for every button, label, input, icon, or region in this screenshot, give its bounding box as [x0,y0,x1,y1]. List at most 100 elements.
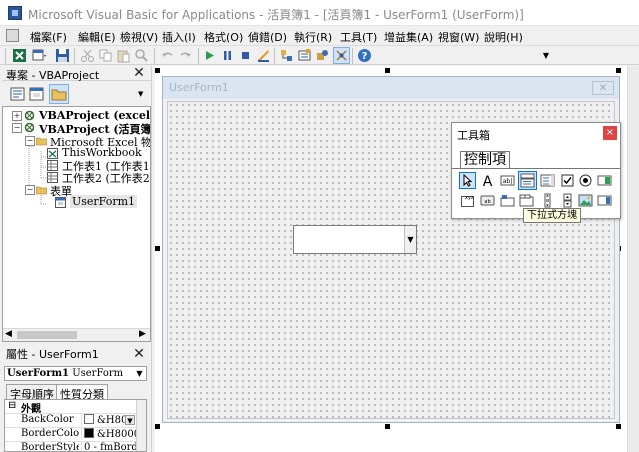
properties-pane-close-icon[interactable]: ✕ [132,347,146,361]
toolbox-close-icon[interactable]: × [603,126,617,140]
view-object-icon[interactable] [29,87,44,101]
resize-handle[interactable] [155,246,160,251]
property-value[interactable]: &H80000 [81,428,139,440]
scroll-right-icon[interactable]: ▶ [139,329,146,339]
properties-window-icon[interactable] [297,48,312,63]
help-icon[interactable]: ? [357,48,372,63]
run-icon[interactable] [202,48,217,63]
resize-handle[interactable] [616,424,621,429]
svg-text:xyz: xyz [465,195,474,201]
object-name: UserForm1 [7,368,70,379]
property-dropdown-icon[interactable]: ▼ [125,415,135,425]
tree-item-userform1[interactable]: UserForm1 [70,195,138,208]
insert-userform-icon[interactable] [32,48,47,63]
menu-edit[interactable]: 編輯(E) [78,29,116,45]
label-tool-icon[interactable]: A [480,173,495,188]
property-category-row[interactable]: ⊟ 外觀 [5,400,136,415]
find-icon[interactable] [134,48,149,63]
scroll-thumb[interactable] [17,331,77,339]
menu-view[interactable]: 檢視(V) [120,29,158,45]
cut-icon[interactable] [80,48,95,63]
menu-insert[interactable]: 插入(I) [162,29,196,45]
view-code-icon[interactable] [10,87,25,101]
frame-tool-icon[interactable]: xyz [460,193,475,208]
vba-project-icon [24,110,35,121]
toolbox-icon[interactable] [333,47,350,64]
save-icon[interactable] [55,48,70,63]
menu-debug[interactable]: 偵錯(D) [248,29,287,45]
break-icon[interactable] [220,48,235,63]
redo-icon[interactable] [178,48,193,63]
toolbar-options-dropdown[interactable]: ▼ [541,50,551,62]
menu-help[interactable]: 說明(H) [484,29,523,45]
combobox-tool-icon[interactable] [518,171,537,190]
select-objects-icon[interactable] [459,172,476,189]
category-label: 外觀 [21,404,41,415]
tabstrip-tool-icon[interactable] [500,193,515,208]
checkbox-tool-icon[interactable] [560,173,575,188]
excel-icon[interactable] [12,48,27,63]
undo-icon[interactable] [160,48,175,63]
toggle-folders-icon[interactable] [49,84,69,104]
folder-open-icon [36,186,47,195]
resize-handle[interactable] [385,424,390,429]
project-pane-close-icon[interactable]: ✕ [132,66,146,80]
toolbox-window[interactable]: 工具箱 × 控制項 A ab| xyz ab [451,122,621,219]
property-row[interactable]: BorderColor &H80000 [5,428,139,442]
scroll-left-icon[interactable]: ◀ [5,329,12,339]
tree-item-sheet2[interactable]: 工作表2 (工作表2) [62,170,150,186]
resize-handle[interactable] [155,424,160,429]
tree-collapse-toggle[interactable]: − [25,185,35,195]
properties-pane-header: 屬性 - UserForm1 ✕ [2,345,151,361]
design-mode-icon[interactable] [256,48,271,63]
refedit-tool-icon[interactable] [597,193,612,208]
menu-window[interactable]: 視窗(W) [438,29,479,45]
scrollbar-tool-icon[interactable] [540,193,555,208]
combobox-control[interactable]: ▼ [293,225,417,254]
resize-handle[interactable] [616,68,621,73]
menu-file[interactable]: 檔案(F) [30,29,67,45]
property-value[interactable]: 0 - fmBorder [81,442,139,451]
category-collapse-icon[interactable]: ⊟ [8,400,16,411]
properties-object-select[interactable]: UserForm1 UserForm ▼ [4,366,147,381]
combobox-dropdown-icon[interactable]: ▼ [404,226,416,253]
properties-vscrollbar[interactable] [136,400,146,451]
menu-tools[interactable]: 工具(T) [340,29,377,45]
project-toolbar-overflow[interactable]: ▼ [138,88,146,100]
userform-title-bar[interactable]: UserForm1 ✕ [163,77,619,99]
object-type: UserForm [72,368,124,379]
menu-run[interactable]: 執行(R) [294,29,332,45]
project-explorer-icon[interactable] [279,48,294,63]
menu-addins[interactable]: 增益集(A) [384,29,433,45]
tree-expand-toggle[interactable]: + [12,111,22,121]
command-button-tool-icon[interactable]: ab [480,193,495,208]
option-button-tool-icon[interactable] [578,173,593,188]
copy-icon[interactable] [98,48,113,63]
toolbar-grip[interactable] [5,48,6,64]
toggle-button-tool-icon[interactable] [597,173,612,188]
listbox-tool-icon[interactable] [540,173,555,188]
userform-close-icon[interactable]: ✕ [592,81,614,95]
property-row[interactable]: BackColor &H800 [5,414,136,428]
project-tree-hscrollbar[interactable]: ◀ ▶ [3,328,150,341]
multipage-tool-icon[interactable] [519,193,534,208]
project-pane-toolbar: ▼ [2,82,151,106]
object-browser-icon[interactable] [315,48,330,63]
property-row[interactable]: BorderStyle 0 - fmBorder [5,442,139,452]
image-tool-icon[interactable] [578,193,593,208]
worksheet-icon [47,160,58,171]
property-name: BorderStyle [21,442,79,452]
textbox-tool-icon[interactable]: ab| [500,173,515,188]
resize-handle[interactable] [155,68,160,73]
menu-format[interactable]: 格式(O) [204,29,243,45]
spinbutton-tool-icon[interactable] [560,193,575,208]
window-system-menu-icon[interactable] [6,29,19,42]
reset-icon[interactable] [238,48,253,63]
chevron-down-icon[interactable]: ▼ [134,368,145,379]
tree-collapse-toggle[interactable]: − [12,123,22,133]
paste-icon[interactable] [116,48,131,63]
designer-vscrollbar[interactable] [627,66,639,452]
tab-controls[interactable]: 控制項 [460,151,510,168]
resize-handle[interactable] [385,68,390,73]
tree-collapse-toggle[interactable]: − [25,136,35,146]
